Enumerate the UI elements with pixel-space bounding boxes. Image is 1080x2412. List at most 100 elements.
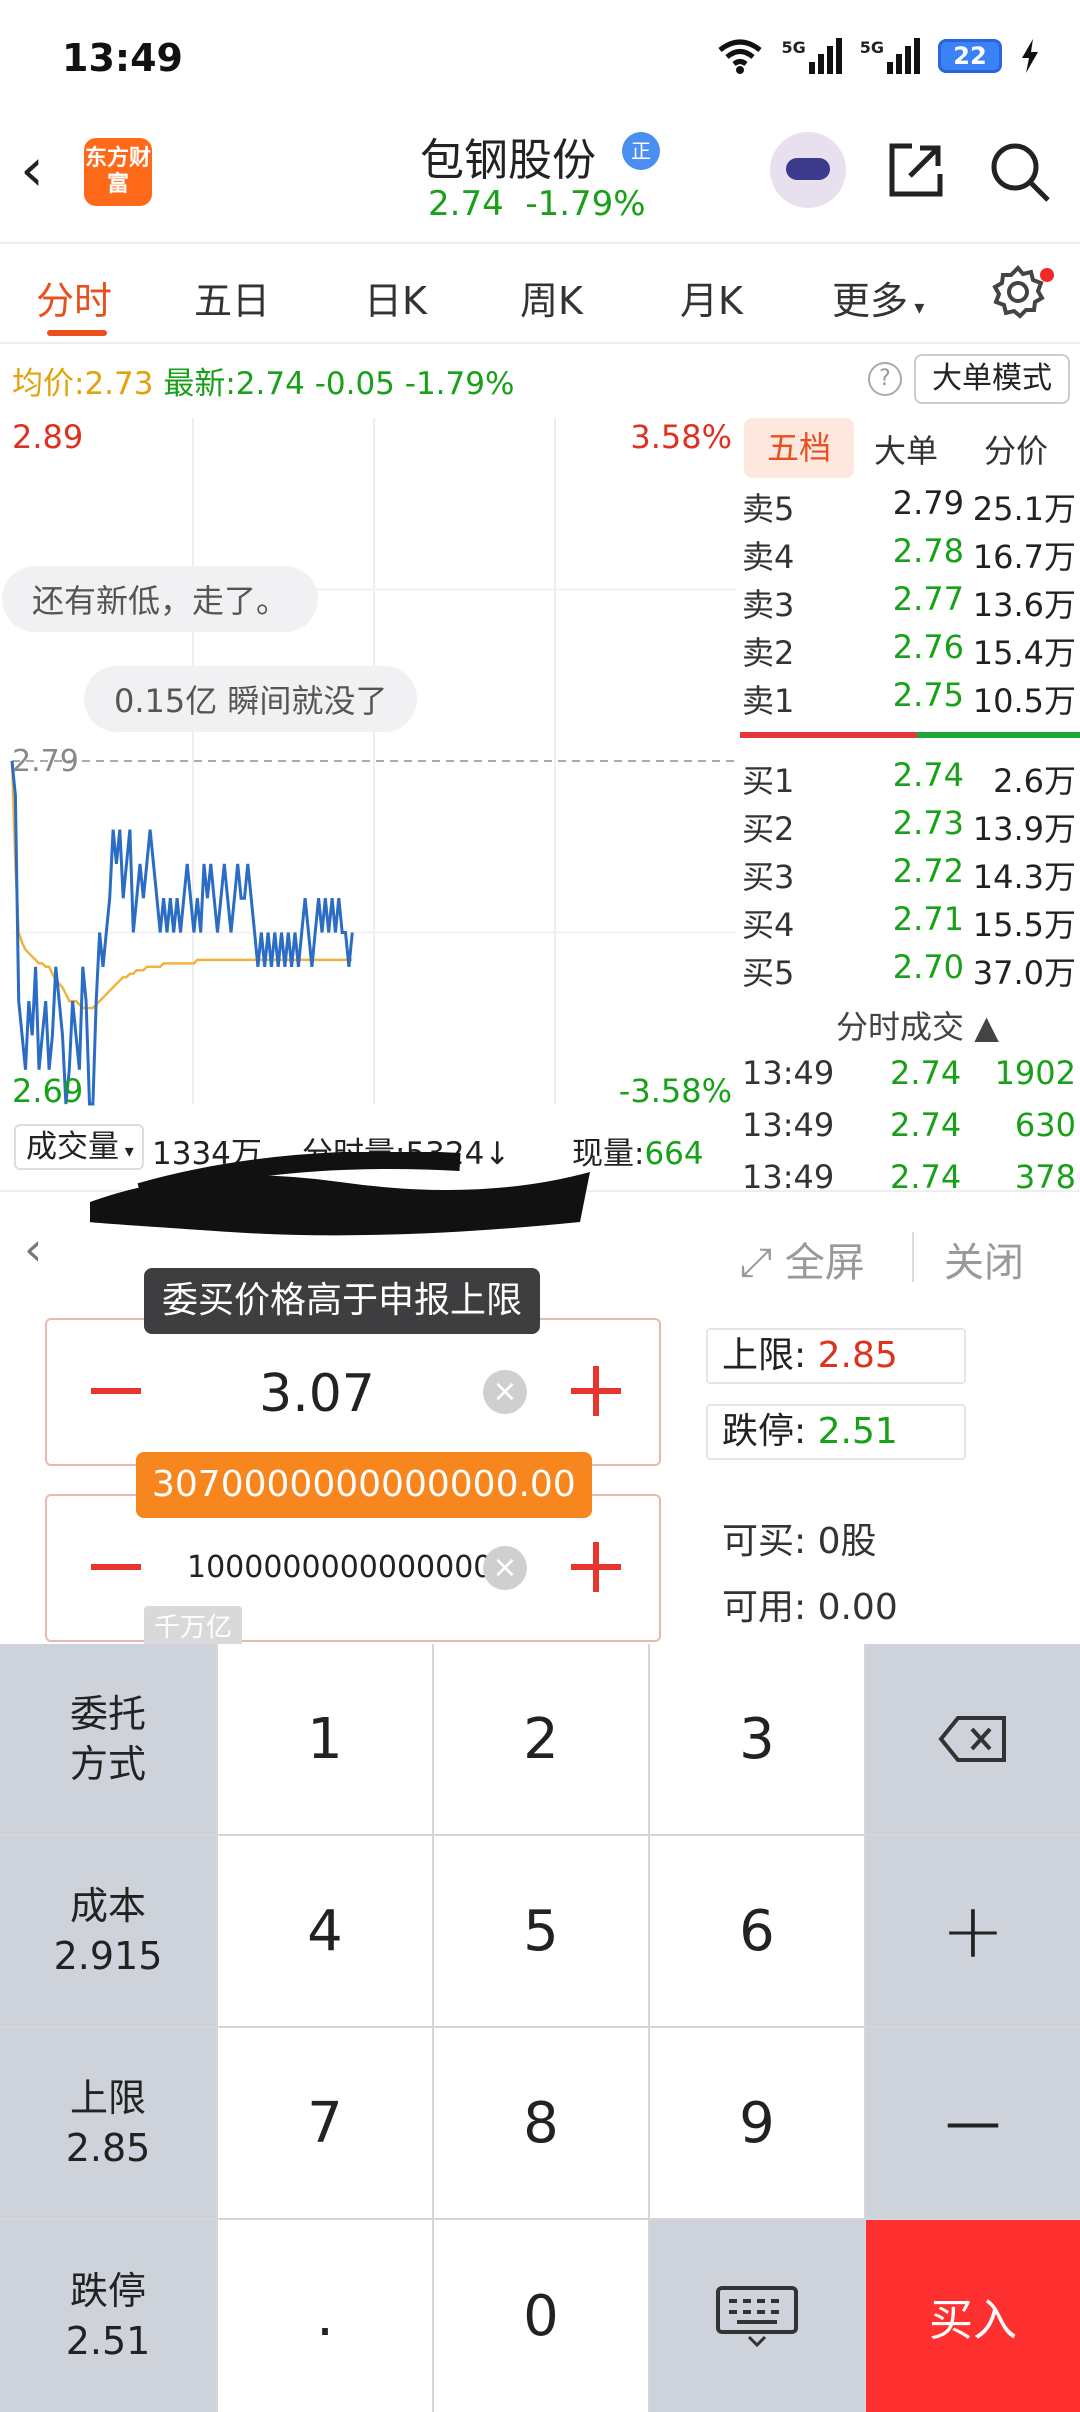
order-type-key[interactable]: 委托 方式 [0, 1644, 216, 1834]
key-0[interactable]: 0 [434, 2220, 648, 2412]
latest-value: 2.74 [235, 366, 305, 402]
stock-header: ‹ 东方财富 包钢股份 正 2.74 -1.79% [0, 110, 1080, 240]
price-plus-button[interactable] [593, 1366, 599, 1416]
status-bar: 13:49 5G 5G 22 [0, 0, 1080, 110]
limit-down-box[interactable]: 跌停: 2.51 [706, 1404, 966, 1460]
book-divider [740, 732, 1080, 738]
ask-row: 卖2 2.76 15.4万 [742, 628, 1076, 672]
stock-price: 2.74 -1.79% [428, 184, 646, 224]
tab-5day[interactable]: 五日 [194, 270, 270, 325]
close-button[interactable]: 关闭 [944, 1230, 1024, 1288]
qty-minus-button[interactable] [91, 1564, 141, 1570]
ask-row: 卖1 2.75 10.5万 [742, 676, 1076, 720]
back-icon[interactable]: ‹ [20, 140, 44, 200]
active-tab-indicator [47, 330, 107, 336]
change-value: -0.05 [314, 366, 395, 402]
limit-down-key[interactable]: 跌停 2.51 [0, 2220, 216, 2412]
tab-five-levels[interactable]: 五档 [744, 418, 854, 478]
battery-icon: 22 [938, 39, 1002, 73]
ai-assistant-icon[interactable] [770, 132, 846, 208]
cost-key[interactable]: 成本 2.915 [0, 1836, 216, 2026]
avg-price-line [10, 760, 353, 1010]
collapse-arrow-icon[interactable]: ‹ [24, 1222, 42, 1276]
status-icons: 5G 5G 22 [717, 38, 1040, 74]
bid-row: 买3 2.72 14.3万 [742, 852, 1076, 896]
clear-price-icon[interactable]: × [483, 1370, 527, 1414]
key-4[interactable]: 4 [218, 1836, 432, 2026]
chart-tabs: 分时 五日 日K 周K 月K 更多 ▾ [0, 242, 1080, 344]
bid-row: 买4 2.71 15.5万 [742, 900, 1076, 944]
key-6[interactable]: 6 [650, 1836, 864, 2026]
stock-name: 包钢股份 [420, 135, 596, 186]
status-time: 13:49 [62, 36, 183, 80]
notification-dot [1040, 268, 1054, 282]
backspace-icon [938, 1716, 1006, 1762]
tab-intraday[interactable]: 分时 [36, 270, 112, 325]
order-book: 五档 大单 分价 卖5 2.79 25.1万 卖4 2.78 16.7万 卖3 2.77 1… [740, 410, 1080, 1196]
latest-label: 最新: [163, 366, 236, 402]
divider [912, 1232, 914, 1282]
upper-limit-key[interactable]: 上限 2.85 [0, 2028, 216, 2218]
clear-qty-icon[interactable]: × [483, 1546, 527, 1590]
price-field: 3.07 × [45, 1318, 661, 1466]
tab-daily-k[interactable]: 日K [364, 270, 427, 325]
redaction-scribble [89, 1152, 590, 1236]
change-pct: -1.79% [404, 366, 515, 402]
minus-key[interactable]: — [866, 2028, 1080, 2218]
price-change: -1.79% [525, 184, 646, 224]
amount-tooltip: 3070000000000000.00 [136, 1452, 592, 1518]
can-buy-text: 可买: 0股 [722, 1521, 877, 1562]
app-logo: 东方财富 [84, 138, 152, 206]
buy-button[interactable]: 买入 [866, 2220, 1080, 2412]
key-3[interactable]: 3 [650, 1644, 864, 1834]
ask-row: 卖3 2.77 13.6万 [742, 580, 1076, 624]
tab-more[interactable]: 更多 ▾ [832, 270, 924, 325]
key-5[interactable]: 5 [434, 1836, 648, 2026]
settings-gear-icon[interactable] [990, 264, 1046, 320]
tab-monthly-k[interactable]: 月K [680, 270, 743, 325]
key-9[interactable]: 9 [650, 2028, 864, 2218]
ask-row: 卖5 2.79 25.1万 [742, 484, 1076, 528]
fullscreen-icon: ⤢ [740, 1240, 772, 1286]
key-2[interactable]: 2 [434, 1644, 648, 1834]
share-icon[interactable] [886, 140, 946, 200]
price-warning-tooltip: 委买价格高于申报上限 [144, 1268, 541, 1334]
wifi-icon [718, 39, 763, 74]
numeric-keypad: 委托 方式 1 2 3 成本 2.915 4 5 6 + 上限 2.85 7 8 9… [0, 1644, 1080, 2412]
chart-canvas [10, 418, 736, 1106]
search-icon[interactable] [988, 140, 1052, 204]
bid-row: 买1 2.74 2.6万 [742, 756, 1076, 800]
signal-5g-icon: 5G [860, 38, 920, 74]
tab-weekly-k[interactable]: 周K [520, 270, 583, 325]
comment-bubble[interactable]: 0.15亿 瞬间就没了 [84, 666, 418, 732]
y-mid-label: 2.79 [12, 744, 79, 779]
help-icon[interactable]: ? [868, 362, 902, 396]
big-order-mode-button[interactable]: 大单模式 [914, 354, 1070, 404]
registration-badge: 正 [622, 132, 660, 170]
y-bottom-label: 2.69 [12, 1072, 84, 1110]
price-input[interactable]: 3.07 [167, 1364, 467, 1424]
key-8[interactable]: 8 [434, 2028, 648, 2218]
trade-panel: ‹ ⤢ 全屏 关闭 3.07 × 委买价格高于申报上限 100000000000… [0, 1152, 1080, 1650]
tab-big-orders[interactable]: 大单 [874, 426, 938, 472]
price-value: 2.74 [428, 184, 504, 224]
plus-key[interactable]: + [866, 1836, 1080, 2026]
price-minus-button[interactable] [91, 1388, 141, 1394]
keyboard-switch-key[interactable] [650, 2220, 864, 2412]
available-funds-text: 可用: 0.00 [722, 1587, 898, 1628]
quantity-input[interactable]: 1000000000000000 [187, 1550, 492, 1585]
upper-limit-box[interactable]: 上限: 2.85 [706, 1328, 966, 1384]
comment-bubble[interactable]: 还有新低，走了。 [2, 566, 319, 632]
backspace-key[interactable] [866, 1644, 1080, 1834]
y-top-pct: 3.58% [630, 418, 732, 456]
trades-title[interactable]: 分时成交 ▲ [836, 1002, 999, 1048]
key-dot[interactable]: . [218, 2220, 432, 2412]
y-bottom-pct: -3.58% [618, 1072, 732, 1110]
fullscreen-button[interactable]: ⤢ 全屏 [740, 1230, 865, 1288]
intraday-chart: 2.89 3.58% 2.79 2.69 -3.58% 还有新低，走了。 0.1… [0, 410, 738, 1190]
key-1[interactable]: 1 [218, 1644, 432, 1834]
avg-label: 均价: [12, 366, 85, 402]
key-7[interactable]: 7 [218, 2028, 432, 2218]
tab-price-distribution[interactable]: 分价 [984, 426, 1048, 472]
qty-plus-button[interactable] [593, 1542, 599, 1592]
